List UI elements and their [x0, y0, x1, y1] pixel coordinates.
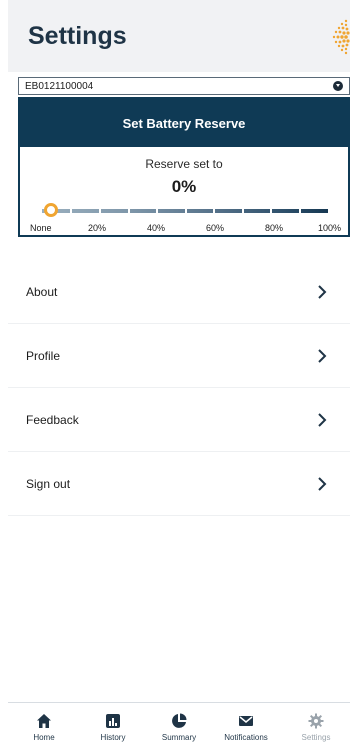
nav-label: History — [100, 733, 126, 742]
nav-label: Summary — [161, 733, 197, 742]
tick-label: 60% — [206, 223, 225, 233]
reserve-tick-labels: None 20% 40% 60% 80% 100% — [20, 223, 348, 235]
envelope-icon — [239, 716, 253, 726]
nav-home[interactable]: Home — [10, 703, 78, 755]
nav-settings[interactable]: Settings — [282, 703, 350, 755]
reserve-slider-track[interactable] — [42, 209, 328, 213]
menu-item-about[interactable]: About — [8, 260, 350, 324]
pie-chart-icon — [172, 713, 187, 728]
menu-item-profile[interactable]: Profile — [8, 324, 350, 388]
nav-notifications[interactable]: Notifications — [212, 703, 280, 755]
menu-item-feedback[interactable]: Feedback — [8, 388, 350, 452]
reserve-value: 0% — [171, 177, 197, 196]
history-chart-icon — [106, 714, 120, 728]
reserve-label: Reserve set to — [145, 157, 223, 171]
nav-label: Home — [33, 733, 55, 742]
sun-logo-icon — [332, 19, 350, 55]
bottom-nav: Home History Summary Notifications Setti… — [8, 702, 350, 755]
tick-label: 100% — [318, 223, 342, 233]
gear-icon — [308, 713, 324, 729]
chevron-right-icon — [318, 349, 327, 363]
menu-item-sign-out[interactable]: Sign out — [8, 452, 350, 516]
nav-history[interactable]: History — [79, 703, 147, 755]
tick-label: 20% — [88, 223, 107, 233]
battery-reserve-title: Set Battery Reserve — [20, 99, 348, 147]
settings-screen: Settings EB0121100004 Set Battery Reserv… — [8, 0, 350, 755]
reserve-slider-thumb[interactable] — [44, 203, 58, 217]
chevron-down-icon — [333, 81, 343, 91]
nav-label: Settings — [301, 733, 331, 742]
device-select-value: EB0121100004 — [25, 80, 94, 92]
menu-item-label: Sign out — [26, 476, 71, 491]
page-title: Settings — [28, 22, 127, 50]
menu-item-label: Profile — [26, 348, 61, 363]
home-icon — [37, 714, 51, 728]
tick-label: None — [30, 223, 52, 233]
tick-label: 80% — [265, 223, 284, 233]
device-select[interactable]: EB0121100004 — [18, 77, 350, 95]
battery-reserve-card: Set Battery Reserve Reserve set to 0% No… — [18, 97, 350, 237]
menu-item-label: Feedback — [26, 412, 79, 427]
app-header: Settings — [8, 0, 350, 72]
nav-summary[interactable]: Summary — [145, 703, 213, 755]
chevron-right-icon — [318, 285, 327, 299]
nav-label: Notifications — [224, 733, 268, 742]
menu-item-label: About — [26, 284, 58, 299]
chevron-right-icon — [318, 477, 327, 491]
tick-label: 40% — [147, 223, 166, 233]
chevron-right-icon — [318, 413, 327, 427]
